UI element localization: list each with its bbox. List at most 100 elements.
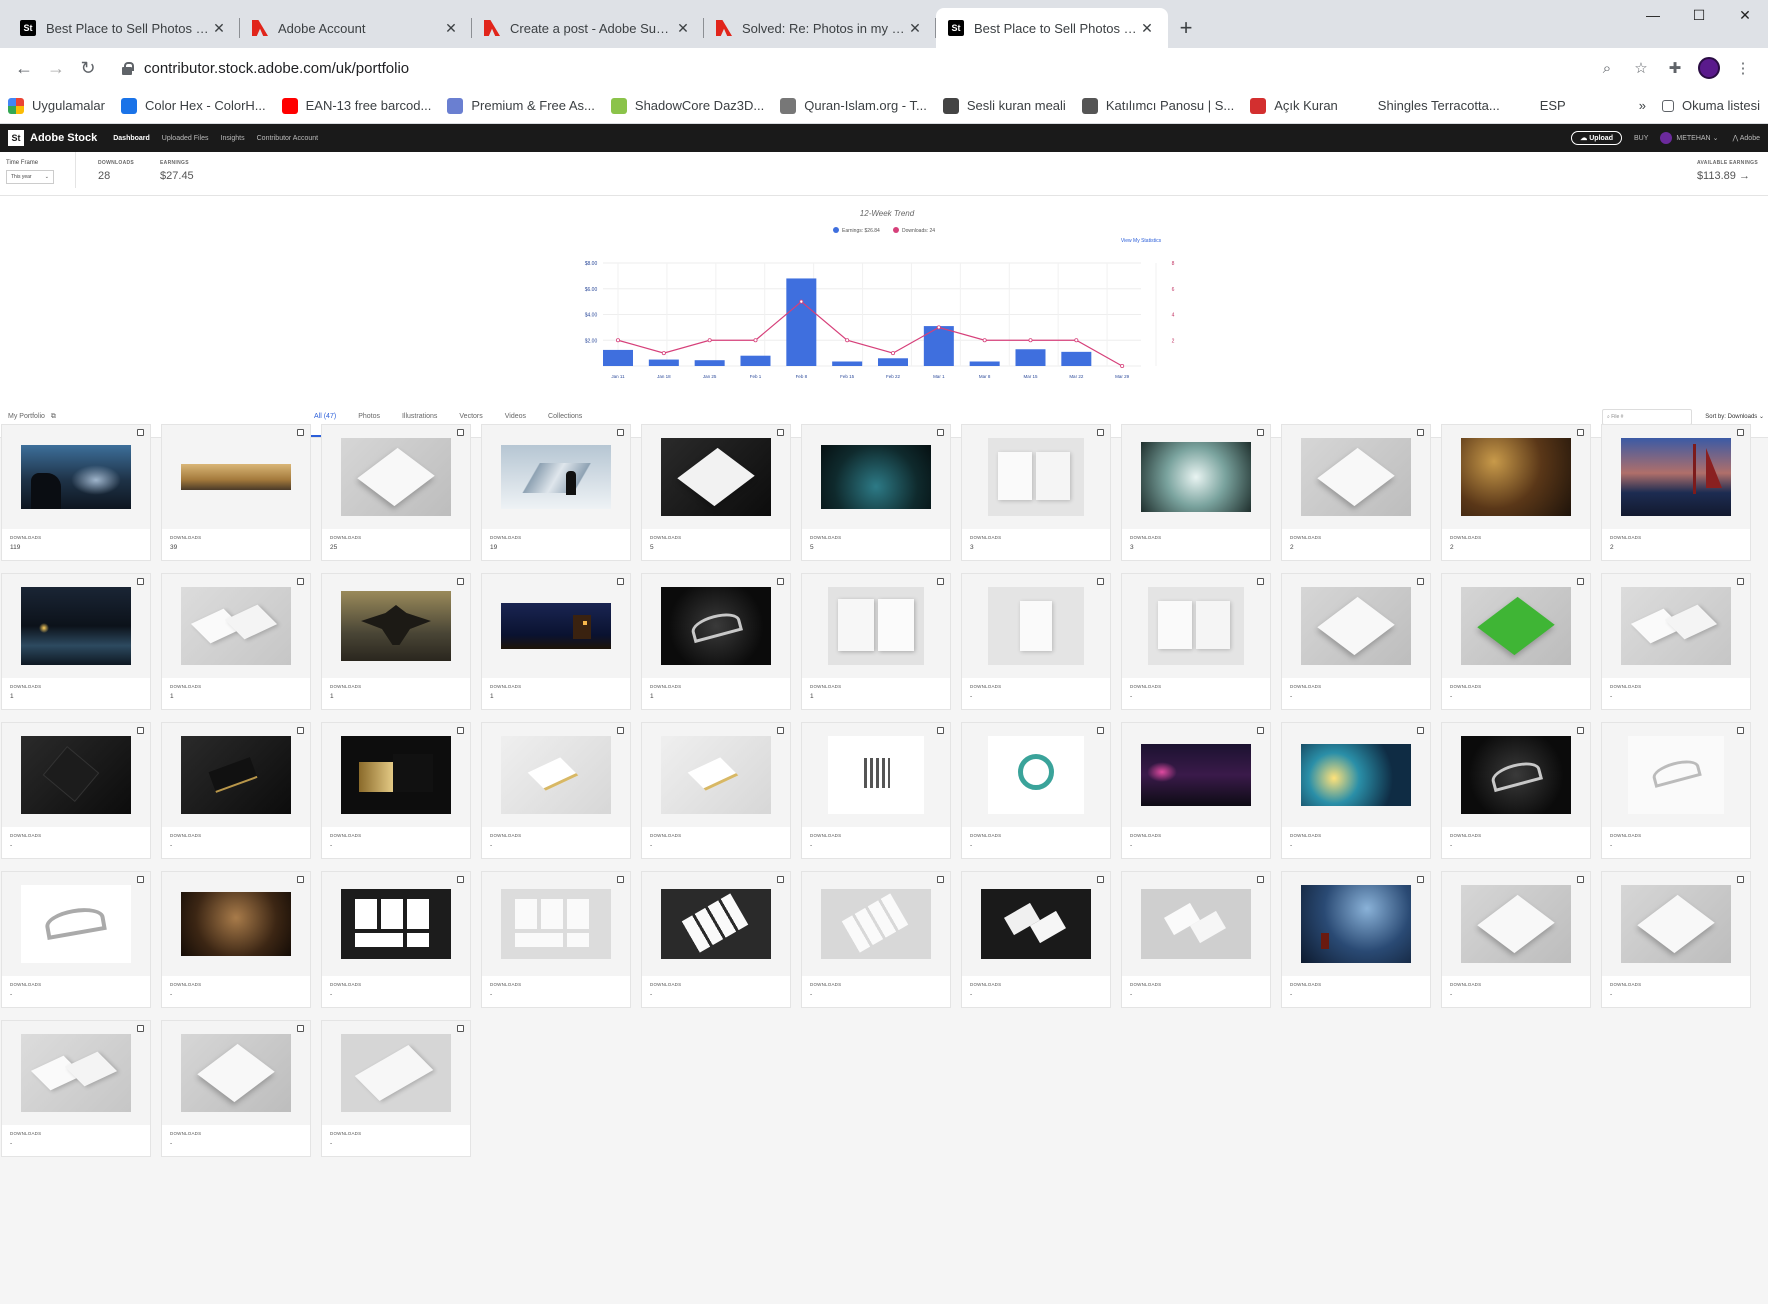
select-checkbox[interactable] (617, 876, 624, 883)
asset-thumbnail[interactable] (1282, 425, 1430, 529)
asset-thumbnail[interactable] (162, 723, 310, 827)
asset-thumbnail[interactable] (1122, 425, 1270, 529)
bookmark-item[interactable]: Açık Kuran (1250, 97, 1338, 114)
zoom-icon[interactable]: ⌕ (1590, 60, 1624, 77)
upload-button[interactable]: ☁ Upload (1571, 131, 1622, 145)
select-checkbox[interactable] (777, 578, 784, 585)
portfolio-card[interactable]: DOWNLOADS - (161, 722, 311, 859)
portfolio-card[interactable]: DOWNLOADS - (1281, 871, 1431, 1008)
bookmark-item[interactable]: EAN-13 free barcod... (281, 97, 431, 114)
asset-thumbnail[interactable] (322, 723, 470, 827)
select-checkbox[interactable] (297, 876, 304, 883)
select-checkbox[interactable] (1417, 429, 1424, 436)
asset-thumbnail[interactable] (1282, 723, 1430, 827)
portfolio-card[interactable]: DOWNLOADS 2 (1601, 424, 1751, 561)
asset-thumbnail[interactable] (2, 723, 150, 827)
forward-button[interactable]: → (40, 52, 72, 84)
asset-thumbnail[interactable] (1442, 574, 1590, 678)
select-checkbox[interactable] (937, 876, 944, 883)
select-checkbox[interactable] (1737, 578, 1744, 585)
portfolio-card[interactable]: DOWNLOADS - (1601, 573, 1751, 710)
asset-thumbnail[interactable] (962, 723, 1110, 827)
select-checkbox[interactable] (457, 1025, 464, 1032)
bookmarks-overflow-icon[interactable]: » (1639, 98, 1646, 113)
asset-thumbnail[interactable] (2, 574, 150, 678)
select-checkbox[interactable] (297, 578, 304, 585)
portfolio-card[interactable]: DOWNLOADS - (961, 573, 1111, 710)
browser-tab[interactable]: St Best Place to Sell Photos Online,✕ (8, 8, 240, 48)
user-avatar[interactable] (1660, 132, 1673, 144)
user-menu[interactable]: METEHAN ⌄ (1676, 134, 1718, 142)
portfolio-card[interactable]: DOWNLOADS - (641, 871, 791, 1008)
browser-tab[interactable]: Create a post - Adobe Support C✕ (472, 8, 704, 48)
portfolio-card[interactable]: DOWNLOADS - (481, 722, 631, 859)
asset-thumbnail[interactable] (1602, 425, 1750, 529)
extensions-icon[interactable]: ✚ (1658, 59, 1692, 77)
menu-icon[interactable]: ⋮ (1726, 59, 1760, 77)
select-checkbox[interactable] (937, 578, 944, 585)
asset-thumbnail[interactable] (162, 1021, 310, 1125)
tab-close-icon[interactable]: ✕ (442, 19, 460, 37)
address-bar[interactable]: contributor.stock.adobe.com/uk/portfolio (112, 52, 1582, 84)
bookmark-item[interactable]: Shingles Terracotta... (1354, 98, 1500, 114)
select-checkbox[interactable] (1257, 578, 1264, 585)
close-window-button[interactable]: ✕ (1722, 0, 1768, 30)
profile-avatar[interactable] (1692, 57, 1726, 79)
asset-thumbnail[interactable] (1122, 872, 1270, 976)
portfolio-card[interactable]: DOWNLOADS 39 (161, 424, 311, 561)
portfolio-card[interactable]: DOWNLOADS - (1121, 573, 1271, 710)
portfolio-card[interactable]: DOWNLOADS - (961, 871, 1111, 1008)
select-checkbox[interactable] (937, 727, 944, 734)
select-checkbox[interactable] (457, 578, 464, 585)
select-checkbox[interactable] (1577, 429, 1584, 436)
asset-thumbnail[interactable] (482, 723, 630, 827)
asset-thumbnail[interactable] (1122, 574, 1270, 678)
minimize-button[interactable]: — (1630, 0, 1676, 30)
portfolio-card[interactable]: DOWNLOADS - (1281, 722, 1431, 859)
select-checkbox[interactable] (457, 429, 464, 436)
nav-insights[interactable]: Insights (221, 135, 245, 142)
select-checkbox[interactable] (937, 429, 944, 436)
select-checkbox[interactable] (137, 727, 144, 734)
asset-thumbnail[interactable] (322, 1021, 470, 1125)
portfolio-card[interactable]: DOWNLOADS - (1441, 722, 1591, 859)
tab-close-icon[interactable]: ✕ (674, 19, 692, 37)
select-checkbox[interactable] (1737, 727, 1744, 734)
select-checkbox[interactable] (1097, 876, 1104, 883)
select-checkbox[interactable] (1257, 727, 1264, 734)
select-checkbox[interactable] (617, 429, 624, 436)
select-checkbox[interactable] (137, 429, 144, 436)
portfolio-card[interactable]: DOWNLOADS 1 (321, 573, 471, 710)
select-checkbox[interactable] (1097, 578, 1104, 585)
portfolio-card[interactable]: DOWNLOADS - (801, 722, 951, 859)
select-checkbox[interactable] (617, 727, 624, 734)
select-checkbox[interactable] (137, 876, 144, 883)
bookmark-item[interactable]: ShadowCore Daz3D... (610, 97, 764, 114)
asset-thumbnail[interactable] (962, 425, 1110, 529)
buy-link[interactable]: BUY (1634, 135, 1648, 142)
asset-thumbnail[interactable] (2, 872, 150, 976)
asset-thumbnail[interactable] (642, 723, 790, 827)
portfolio-card[interactable]: DOWNLOADS 3 (961, 424, 1111, 561)
asset-thumbnail[interactable] (642, 425, 790, 529)
portfolio-card[interactable]: DOWNLOADS 25 (321, 424, 471, 561)
nav-uploaded-files[interactable]: Uploaded Files (162, 135, 209, 142)
select-checkbox[interactable] (457, 727, 464, 734)
select-checkbox[interactable] (1577, 727, 1584, 734)
adobe-stock-logo[interactable]: St (8, 130, 24, 146)
portfolio-card[interactable]: DOWNLOADS - (321, 871, 471, 1008)
asset-thumbnail[interactable] (802, 574, 950, 678)
asset-thumbnail[interactable] (1282, 574, 1430, 678)
select-checkbox[interactable] (137, 1025, 144, 1032)
browser-tab[interactable]: St Best Place to Sell Photos Online,✕ (936, 8, 1168, 48)
browser-tab[interactable]: Adobe Account ✕ (240, 8, 472, 48)
select-checkbox[interactable] (777, 876, 784, 883)
select-checkbox[interactable] (297, 429, 304, 436)
portfolio-card[interactable]: DOWNLOADS - (1, 722, 151, 859)
portfolio-card[interactable]: DOWNLOADS - (961, 722, 1111, 859)
portfolio-card[interactable]: DOWNLOADS 5 (801, 424, 951, 561)
timeframe-select[interactable]: This year ⌄ (6, 170, 54, 184)
portfolio-card[interactable]: DOWNLOADS 1 (641, 573, 791, 710)
portfolio-card[interactable]: DOWNLOADS 1 (1, 573, 151, 710)
portfolio-card[interactable]: DOWNLOADS - (1281, 573, 1431, 710)
